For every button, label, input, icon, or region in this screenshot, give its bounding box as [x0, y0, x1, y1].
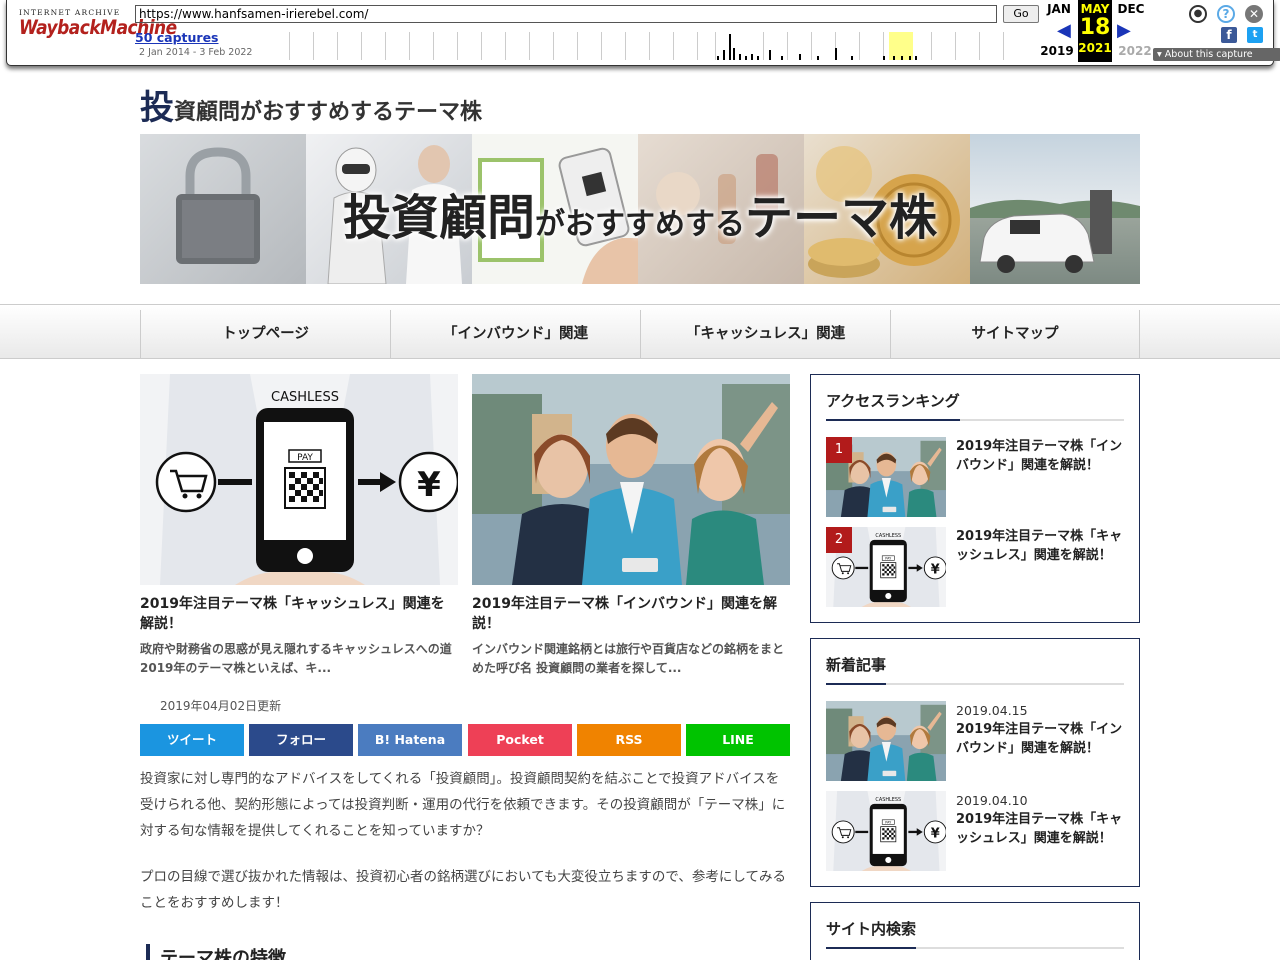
- wayback-toolbar: INTERNET ARCHIVE WaybackMachine https://…: [6, 0, 1280, 66]
- site-title[interactable]: 投資顧問がおすすめするテーマ株: [140, 80, 482, 129]
- site-title-first: 投: [140, 88, 174, 128]
- wayback-prev-year[interactable]: 2019: [1039, 44, 1075, 58]
- rank-badge: 2: [826, 527, 852, 553]
- featured-card-inbound[interactable]: 2019年注目テーマ株「インバウンド」関連を解説！ インバウンド関連銘柄とは旅行…: [472, 374, 790, 678]
- share-button-line[interactable]: LINE: [686, 724, 790, 756]
- ranking-item[interactable]: 2 2019年注目テーマ株「キャッシュレス」関連を解説！: [826, 527, 1126, 607]
- sidebar-search: サイト内検索: [810, 902, 1140, 960]
- ranking-item[interactable]: 1 2019年注目テーマ株「インバウンド」関連を解説！: [826, 437, 1126, 517]
- wayback-url-input[interactable]: https://www.hanfsamen-irierebel.com/: [135, 5, 997, 23]
- share-button-rss[interactable]: RSS: [577, 724, 681, 756]
- latest-item[interactable]: 2019.04.15 2019年注目テーマ株「インバウンド」関連を解説！: [826, 701, 1126, 781]
- wayback-next-year[interactable]: 2022: [1117, 44, 1153, 58]
- help-icon[interactable]: ?: [1217, 5, 1235, 23]
- share-button-twitter[interactable]: ツイート: [140, 724, 244, 756]
- wayback-date-range: 2 Jan 2014 - 3 Feb 2022: [139, 47, 253, 58]
- card-excerpt: 政府や財務省の思惑が見え隠れするキャッシュレスへの道 2019年のテーマ株といえ…: [140, 642, 452, 675]
- latest-item-title[interactable]: 2019年注目テーマ株「キャッシュレス」関連を解説！: [956, 810, 1128, 848]
- wayback-next-month[interactable]: DEC: [1113, 2, 1149, 16]
- nav-item-cashless[interactable]: 「キャッシュレス」関連: [640, 310, 890, 358]
- latest-item-date: 2019.04.15: [956, 703, 1028, 718]
- latest-item-date: 2019.04.10: [956, 793, 1028, 808]
- wayback-next-arrow-icon[interactable]: ▶: [1117, 20, 1131, 41]
- wayback-prev-arrow-icon[interactable]: ◀: [1057, 20, 1071, 41]
- wayback-current-date: MAY 18 2021: [1078, 0, 1112, 62]
- shopping-cart-icon: [155, 451, 217, 513]
- hero-text-large-1: 投資顧問: [342, 190, 535, 246]
- nav-item-top[interactable]: トップページ: [140, 310, 390, 358]
- wayback-sparkline[interactable]: [257, 32, 1037, 60]
- wayback-cur-month: MAY: [1080, 2, 1110, 16]
- wayback-go-button[interactable]: Go: [1003, 5, 1039, 23]
- card-excerpt: インバウンド関連銘柄とは旅行や百貨店などの銘柄をまとめた呼び名 投資顧問の業者を…: [472, 642, 785, 675]
- card-image-pay-label: PAY: [297, 453, 313, 463]
- ranking-item-title[interactable]: 2019年注目テーマ株「キャッシュレス」関連を解説！: [956, 527, 1128, 565]
- wayback-logo[interactable]: INTERNET ARCHIVE WaybackMachine: [19, 8, 177, 40]
- wayback-cur-year: 2021: [1078, 41, 1112, 55]
- card-image-caption: CASHLESS: [271, 390, 339, 405]
- nav-item-inbound[interactable]: 「インバウンド」関連: [390, 310, 640, 358]
- sidebar-ranking-title: アクセスランキング: [826, 390, 1124, 421]
- global-nav: トップページ 「インバウンド」関連 「キャッシュレス」関連 サイトマップ: [0, 304, 1280, 359]
- qr-code-icon: [284, 467, 326, 509]
- nav-item-sitemap[interactable]: サイトマップ: [890, 310, 1140, 358]
- featured-card-cashless[interactable]: CASHLESS PAY ¥ 2019年注目テーマ株「キャッシュレス」関連を解説…: [140, 374, 458, 678]
- latest-thumb[interactable]: [826, 791, 946, 871]
- sidebar-search-title: サイト内検索: [826, 918, 1124, 949]
- wayback-about-capture[interactable]: ▾ About this capture: [1153, 48, 1280, 61]
- sidebar-latest-title: 新着記事: [826, 654, 1124, 685]
- yen-icon: ¥: [398, 451, 458, 513]
- intro-paragraph-2: プロの目線で選び抜かれた情報は、投資初心者の銘柄選びにおいても大変役立ちますので…: [140, 869, 786, 911]
- share-button-hatena[interactable]: B! Hatena: [358, 724, 462, 756]
- user-icon[interactable]: ●: [1189, 5, 1207, 23]
- sidebar-latest: 新着記事 2019.04.15 2019年注目テーマ株「インバウンド」関連を解説…: [810, 638, 1140, 887]
- rank-badge: 1: [826, 437, 852, 463]
- updated-date: 2019年04月02日更新: [160, 699, 282, 713]
- wayback-captures-link[interactable]: 50 captures: [135, 30, 219, 45]
- section-heading: テーマ株の特徴: [146, 944, 286, 960]
- card-title[interactable]: 2019年注目テーマ株「キャッシュレス」関連を解説！: [140, 594, 458, 634]
- site-title-rest: 資顧問がおすすめするテーマ株: [174, 100, 483, 125]
- card-image-inbound[interactable]: [472, 374, 790, 585]
- latest-item-title[interactable]: 2019年注目テーマ株「インバウンド」関連を解説！: [956, 720, 1128, 758]
- ranking-item-title[interactable]: 2019年注目テーマ株「インバウンド」関連を解説！: [956, 437, 1128, 475]
- facebook-icon[interactable]: f: [1221, 27, 1237, 43]
- wayback-prev-month[interactable]: JAN: [1041, 2, 1077, 16]
- share-button-pocket[interactable]: Pocket: [468, 724, 572, 756]
- svg-text:¥: ¥: [417, 465, 441, 505]
- share-button-feedly[interactable]: フォロー: [249, 724, 353, 756]
- card-title[interactable]: 2019年注目テーマ株「インバウンド」関連を解説！: [472, 594, 790, 634]
- intro-paragraph: 投資家に対し専門的なアドバイスをしてくれる「投資顧問」。投資顧問契約を結ぶことで…: [140, 771, 786, 839]
- hero-text-large-2: テーマ株: [745, 190, 938, 246]
- wayback-cur-day: 18: [1079, 15, 1111, 40]
- share-buttons: ツイート フォロー B! Hatena Pocket RSS LINE: [140, 724, 790, 756]
- latest-item[interactable]: 2019.04.10 2019年注目テーマ株「キャッシュレス」関連を解説！: [826, 791, 1126, 871]
- sidebar-ranking: アクセスランキング 1 2019年注目テーマ株「インバウンド」関連を解説！ 2 …: [810, 374, 1140, 623]
- close-icon[interactable]: ✕: [1245, 5, 1263, 23]
- hero-banner[interactable]: 投資顧問がおすすめするテーマ株: [140, 134, 1140, 284]
- twitter-icon[interactable]: t: [1247, 27, 1263, 43]
- latest-thumb[interactable]: [826, 701, 946, 781]
- wayback-about-label: About this capture: [1164, 49, 1253, 60]
- card-image-cashless[interactable]: CASHLESS PAY ¥: [140, 374, 458, 585]
- hero-text: 投資顧問がおすすめするテーマ株: [140, 178, 1140, 248]
- hero-text-small: がおすすめする: [535, 207, 745, 242]
